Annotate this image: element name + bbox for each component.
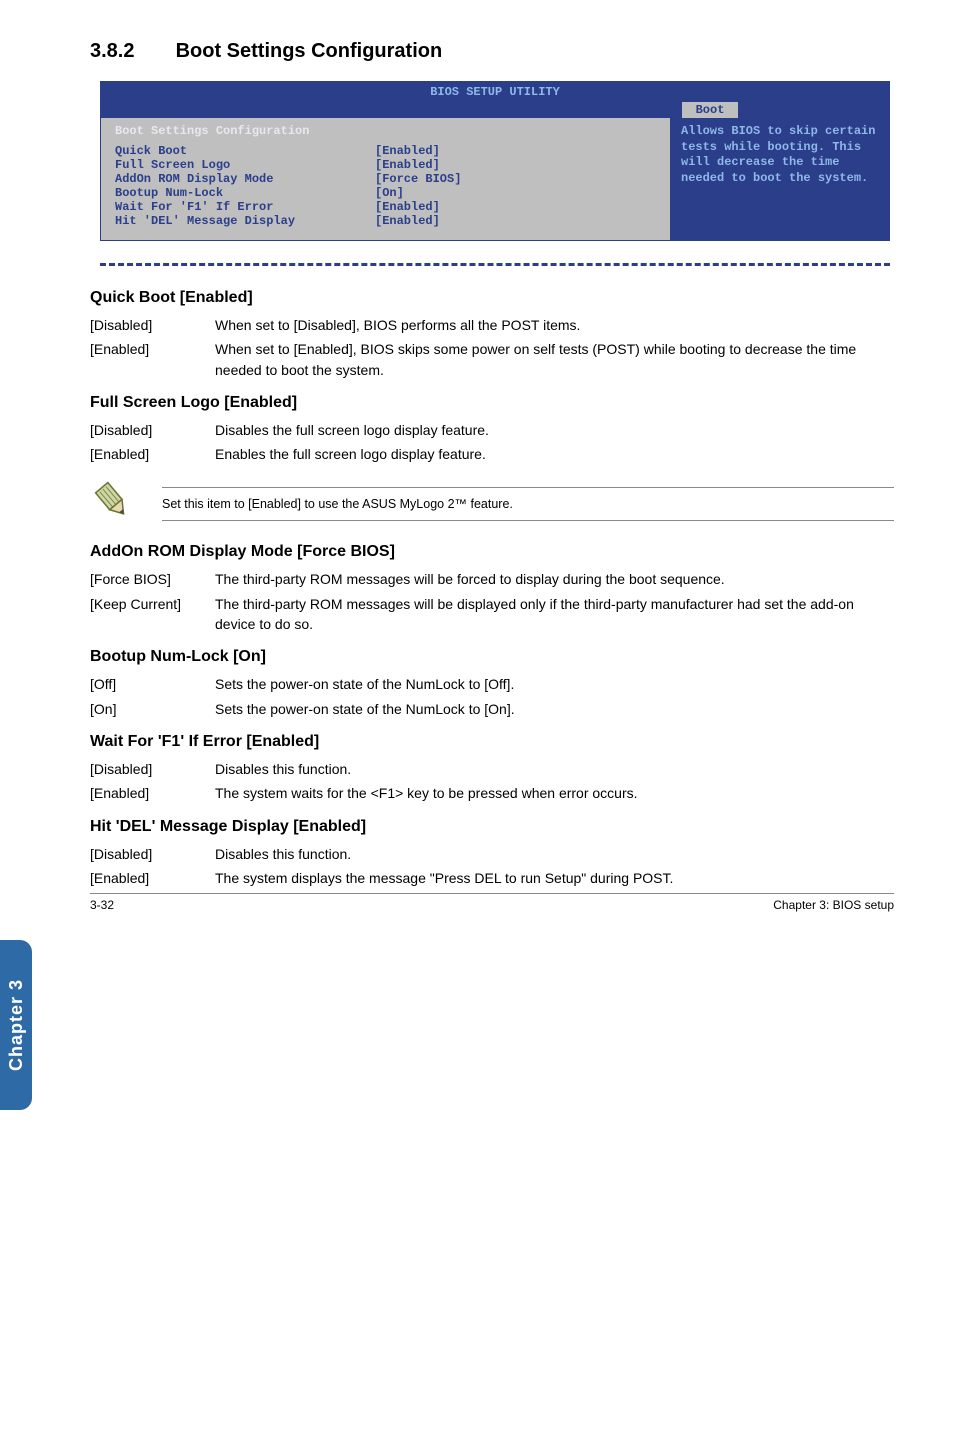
- setting-item: [Disabled]Disables this function.: [90, 759, 894, 779]
- setting-item: [Enabled]The system displays the message…: [90, 868, 894, 888]
- bios-row: Quick Boot[Enabled]: [115, 144, 656, 158]
- setting-item: [Enabled]When set to [Enabled], BIOS ski…: [90, 339, 894, 380]
- bios-row: Full Screen Logo[Enabled]: [115, 158, 656, 172]
- bios-row: Wait For 'F1' If Error[Enabled]: [115, 200, 656, 214]
- setting-section: Wait For 'F1' If Error [Enabled] [Disabl…: [90, 733, 894, 804]
- setting-item: [Keep Current]The third-party ROM messag…: [90, 594, 894, 635]
- section-title: Boot Settings Configuration: [176, 40, 443, 62]
- setting-item: [Force BIOS]The third-party ROM messages…: [90, 569, 894, 589]
- setting-section: Hit 'DEL' Message Display [Enabled] [Dis…: [90, 818, 894, 889]
- setting-section: AddOn ROM Display Mode [Force BIOS] [For…: [90, 543, 894, 634]
- bios-row: Bootup Num-Lock[On]: [115, 186, 656, 200]
- bios-help-text: Allows BIOS to skip certain tests while …: [671, 118, 889, 240]
- setting-title: Bootup Num-Lock [On]: [90, 648, 894, 666]
- setting-section: Bootup Num-Lock [On] [Off]Sets the power…: [90, 648, 894, 719]
- setting-title: Hit 'DEL' Message Display [Enabled]: [90, 818, 894, 836]
- dashed-divider: [100, 255, 890, 275]
- bios-row: Hit 'DEL' Message Display[Enabled]: [115, 214, 656, 228]
- page-footer: 3-32 Chapter 3: BIOS setup: [90, 893, 894, 912]
- note-callout: Set this item to [Enabled] to use the AS…: [90, 478, 894, 525]
- setting-item: [Disabled]Disables this function.: [90, 844, 894, 864]
- section-number: 3.8.2: [90, 40, 170, 63]
- setting-title: Full Screen Logo [Enabled]: [90, 394, 894, 412]
- note-text: Set this item to [Enabled] to use the AS…: [162, 495, 894, 513]
- footer-title: Chapter 3: BIOS setup: [773, 898, 894, 912]
- setting-section: Full Screen Logo [Enabled] [Disabled]Dis…: [90, 394, 894, 465]
- page-number: 3-32: [90, 898, 114, 912]
- setting-title: Wait For 'F1' If Error [Enabled]: [90, 733, 894, 751]
- setting-item: [Off]Sets the power-on state of the NumL…: [90, 674, 894, 694]
- bios-title: BIOS SETUP UTILITY: [101, 85, 889, 99]
- section-heading: 3.8.2 Boot Settings Configuration: [90, 40, 894, 63]
- setting-item: [Enabled]The system waits for the <F1> k…: [90, 783, 894, 803]
- pencil-icon: [90, 478, 134, 522]
- bios-row: AddOn ROM Display Mode[Force BIOS]: [115, 172, 656, 186]
- bios-settings-area: Boot Settings Configuration Quick Boot[E…: [101, 118, 671, 240]
- chapter-side-tab: Chapter 3: [0, 940, 32, 1110]
- setting-item: [Disabled]Disables the full screen logo …: [90, 420, 894, 440]
- setting-item: [On]Sets the power-on state of the NumLo…: [90, 699, 894, 719]
- bios-tab-boot: Boot: [682, 102, 739, 118]
- bios-setup-panel: BIOS SETUP UTILITY Boot Boot Settings Co…: [100, 81, 890, 241]
- side-tab-label: Chapter 3: [6, 979, 27, 1071]
- setting-title: AddOn ROM Display Mode [Force BIOS]: [90, 543, 894, 561]
- setting-item: [Disabled]When set to [Disabled], BIOS p…: [90, 315, 894, 335]
- bios-header: BIOS SETUP UTILITY Boot: [101, 82, 889, 118]
- setting-title: Quick Boot [Enabled]: [90, 289, 894, 307]
- setting-section: Quick Boot [Enabled] [Disabled]When set …: [90, 289, 894, 380]
- setting-item: [Enabled]Enables the full screen logo di…: [90, 444, 894, 464]
- bios-subheader: Boot Settings Configuration: [115, 124, 656, 138]
